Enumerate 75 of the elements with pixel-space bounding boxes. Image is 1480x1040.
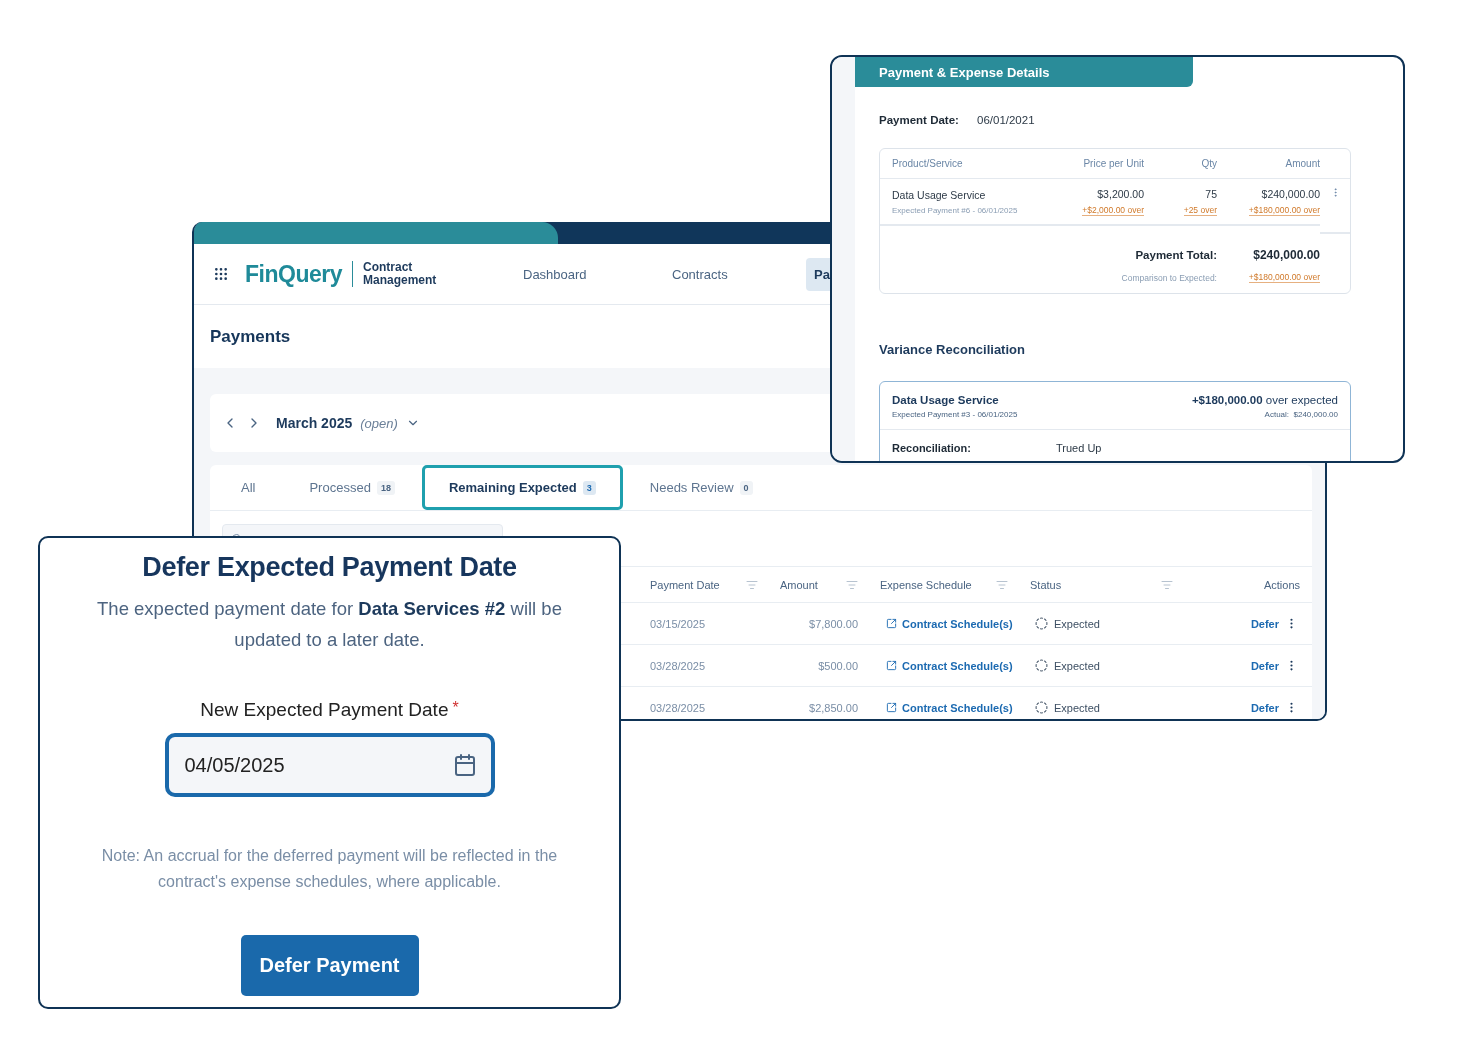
service-name: Data Usage Service [892,394,999,406]
amount-cell: $2,850.00 [809,701,858,714]
filter-tab[interactable]: Processed 18 [282,465,422,510]
field-label: Reconciliation: [892,442,972,454]
column-header[interactable]: Amount [770,566,870,603]
apps-grid-icon[interactable] [213,266,229,282]
app-logo: FinQuery [245,260,342,288]
schedule-link[interactable]: Contract Schedule(s) [886,701,1013,714]
field-value: Trued Up [1056,442,1102,454]
product-name: Data Usage Service [892,188,986,201]
period-label: March 2025 [276,415,353,431]
filter-tab[interactable]: All [214,465,283,510]
status-label: Expected [1054,701,1100,714]
pending-status-icon [1035,659,1048,672]
defer-link[interactable]: Defer [1250,617,1279,630]
date-cell: 03/15/2025 [650,617,706,630]
dialog-message: The expected payment date for Data Services #2 will be updated to a later date. [96,597,563,652]
unit-price: $3,200.00 [1097,187,1144,200]
variance-amount: +$180,000.00 over expected [1191,394,1338,406]
count-badge: 0 [739,480,753,495]
defer-payment-button[interactable]: Defer Payment [240,935,419,996]
amount-cell: $7,800.00 [809,617,858,630]
variance-link[interactable]: +$2,000.00 over [1082,204,1144,216]
date-cell: 03/28/2025 [650,659,706,672]
required-mark: * [452,699,459,718]
date-cell: 03/28/2025 [650,701,706,714]
column-header[interactable]: Expense Schedule [870,566,1020,603]
field-label: New Expected Payment Date [200,699,449,721]
pending-status-icon [1035,617,1048,630]
column-header: Price per Unit [1017,149,1144,179]
page-title: Payments [210,326,291,347]
payment-reference: Expected Payment #3 - 06/01/2025 [892,410,1018,419]
schedule-link[interactable]: Contract Schedule(s) [886,617,1013,630]
column-header: Amount [1217,149,1320,179]
filter-tab[interactable]: Remaining Expected 3 [421,465,623,510]
variance-link[interactable]: +$180,000.00 over [1248,204,1320,216]
variance-link[interactable]: +25 over [1183,204,1217,216]
pending-status-icon [1035,701,1048,714]
field-value: 06/01/2021 [977,114,1035,126]
nav-link[interactable]: Dashboard [515,257,587,291]
field-label: Payment Date: [879,114,960,126]
variance-link[interactable]: +$180,000.00 over [1248,272,1320,283]
details-title: Payment & Expense Details [879,64,1050,80]
payment-reference: Expected Payment #6 - 06/01/2025 [892,205,1018,215]
defer-link[interactable]: Defer [1250,701,1279,714]
count-badge: 18 [376,480,395,495]
defer-link[interactable]: Defer [1250,659,1279,672]
quantity: 75 [1205,187,1217,200]
dialog-title: Defer Expected Payment Date [142,552,517,583]
comparison-label: Comparison to Expected: [1121,272,1217,283]
actual-amount: Actual: $240,000.00 [1264,410,1338,419]
line-amount: $240,000.00 [1261,187,1320,200]
column-header: Qty [1144,149,1217,179]
column-header[interactable]: Actions [1185,566,1312,603]
external-link-icon [886,702,897,713]
total-label: Payment Total: [1135,249,1217,261]
product-name: Contract Management [362,261,438,287]
external-link-icon [886,660,897,671]
status-label: Expected [1054,659,1100,672]
status-label: Expected [1054,617,1100,630]
schedule-link[interactable]: Contract Schedule(s) [886,659,1013,672]
count-badge: 3 [582,480,596,495]
nav-link[interactable]: Pa [806,257,830,291]
nav-link[interactable]: Contracts [664,257,728,291]
external-link-icon [886,618,897,629]
column-header: Product/Service [880,149,1018,179]
calendar-icon[interactable] [452,753,477,777]
date-field[interactable]: 04/05/2025 [164,733,495,797]
filter-tab[interactable]: Needs Review 0 [622,465,780,510]
period-status: (open) [360,415,398,431]
column-header[interactable]: Status [1020,566,1185,603]
section-heading: Variance Reconciliation [879,342,1026,357]
amount-cell: $500.00 [818,659,858,672]
total-value: $240,000.00 [1253,248,1320,262]
dialog-note: Note: An accrual for the deferred payment will be reflected in the contract's expense schedules, where applicable. [100,846,559,892]
